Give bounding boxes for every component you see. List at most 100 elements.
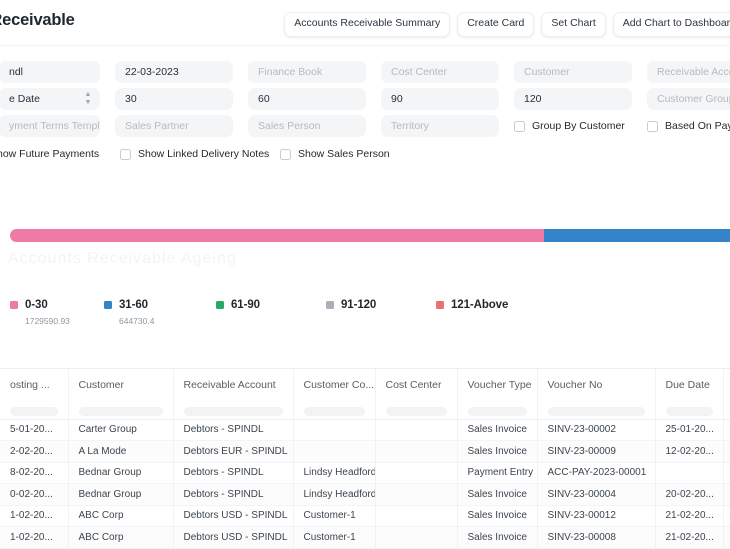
checkbox-box-icon[interactable] [120, 148, 131, 160]
col-filter-cost-center[interactable] [375, 405, 458, 420]
filter-customer[interactable]: Customer [514, 61, 632, 83]
col-filter-due-date[interactable] [655, 405, 724, 420]
legend-item-61-90[interactable]: 61-90 [216, 298, 326, 312]
checkbox-box-icon[interactable] [280, 148, 291, 160]
filter-posting-date[interactable]: 22-03-2023 [115, 61, 233, 83]
checkbox-show-future-payments[interactable]: how Future Payments [0, 143, 99, 165]
range-2-input[interactable]: 60 [248, 88, 366, 110]
table-column-filter-row[interactable] [0, 405, 730, 420]
col-filter-customer-contact[interactable] [293, 405, 376, 420]
company-input[interactable]: ndl [0, 61, 100, 83]
posting-date-input[interactable]: 22-03-2023 [115, 61, 233, 83]
col-header-receivable-account[interactable]: Receivable Account [173, 369, 294, 405]
cell-customer[interactable]: Bednar Group [68, 462, 174, 484]
checkbox-based-on-payment-terms[interactable]: Based On Paymen [647, 115, 730, 137]
create-card-button[interactable]: Create Card [457, 12, 535, 37]
filter-receivable-account[interactable]: Receivable Accou [647, 61, 730, 83]
table-row[interactable]: 8-02-20... Bednar Group Debtors - SPINDL… [0, 462, 730, 484]
checkbox-show-sales-person[interactable]: Show Sales Person [280, 143, 430, 165]
filter-company[interactable]: ndl [0, 61, 100, 83]
checkbox-show-linked-delivery-notes[interactable]: Show Linked Delivery Notes [120, 143, 270, 165]
checkbox-box-icon[interactable] [514, 120, 525, 132]
filter-sales-person[interactable]: Sales Person [248, 115, 366, 137]
cell-customer[interactable]: A La Mode [68, 440, 174, 463]
show-linked-delivery-notes-checkbox[interactable]: Show Linked Delivery Notes [120, 143, 270, 165]
col-header-posting-date[interactable]: osting ... [0, 369, 69, 405]
finance-book-input[interactable]: Finance Book [248, 61, 366, 83]
cell-customer[interactable]: Carter Group [68, 419, 174, 441]
col-header-invoiced-amount[interactable]: Invoiced [723, 369, 730, 405]
cell-voucher-no[interactable]: SINV-23-00008 [537, 526, 656, 549]
col-filter-input[interactable] [303, 407, 365, 417]
col-filter-input[interactable] [78, 407, 163, 417]
col-header-voucher-type[interactable]: Voucher Type [457, 369, 538, 405]
filter-sales-partner[interactable]: Sales Partner [115, 115, 233, 137]
col-header-due-date[interactable]: Due Date [655, 369, 724, 405]
table-row[interactable]: 1-02-20... ABC Corp Debtors USD - SPINDL… [0, 526, 730, 549]
cell-voucher-no[interactable]: SINV-23-00002 [537, 419, 656, 441]
col-filter-voucher-type[interactable] [457, 405, 538, 420]
show-sales-person-checkbox[interactable]: Show Sales Person [280, 143, 430, 165]
cell-voucher-no[interactable]: ACC-PAY-2023-00001 [537, 462, 656, 484]
filter-cost-center[interactable]: Cost Center [381, 61, 499, 83]
table-row[interactable]: 1-02-20... ABC Corp Debtors USD - SPINDL… [0, 505, 730, 527]
group-by-customer-checkbox[interactable]: Group By Customer [514, 115, 632, 137]
cell-voucher-no[interactable]: SINV-23-00012 [537, 505, 656, 527]
cell-receivable-account[interactable]: Debtors - SPINDL [173, 419, 294, 441]
col-filter-customer[interactable] [68, 405, 174, 420]
checkbox-box-icon[interactable] [647, 120, 658, 132]
sales-person-input[interactable]: Sales Person [248, 115, 366, 137]
col-header-cost-center[interactable]: Cost Center [375, 369, 458, 405]
cell-receivable-account[interactable]: Debtors - SPINDL [173, 483, 294, 506]
filter-payment-terms-template[interactable]: yment Terms Template [0, 115, 100, 137]
based-on-payment-terms-checkbox[interactable]: Based On Paymen [647, 115, 730, 137]
filter-finance-book[interactable]: Finance Book [248, 61, 366, 83]
range-1-input[interactable]: 30 [115, 88, 233, 110]
col-header-voucher-no[interactable]: Voucher No [537, 369, 656, 405]
territory-input[interactable]: Territory [381, 115, 499, 137]
filter-range-4[interactable]: 120 [514, 88, 632, 110]
col-filter-voucher-no[interactable] [537, 405, 656, 420]
customer-input[interactable]: Customer [514, 61, 632, 83]
filter-customer-group[interactable]: Customer Group [647, 88, 730, 110]
table-row[interactable]: 5-01-20... Carter Group Debtors - SPINDL… [0, 419, 730, 441]
table-row[interactable]: 0-02-20... Bednar Group Debtors - SPINDL… [0, 483, 730, 506]
cell-voucher-no[interactable]: SINV-23-00004 [537, 483, 656, 506]
col-filter-input[interactable] [467, 407, 527, 417]
col-filter-invoiced-amount[interactable] [723, 405, 730, 420]
set-chart-button[interactable]: Set Chart [541, 12, 606, 37]
col-filter-input[interactable] [385, 407, 447, 417]
filter-range-1[interactable]: 30 [115, 88, 233, 110]
col-filter-input[interactable] [547, 407, 645, 417]
col-filter-receivable-account[interactable] [173, 405, 294, 420]
sales-partner-input[interactable]: Sales Partner [115, 115, 233, 137]
cell-customer[interactable]: ABC Corp [68, 505, 174, 527]
report-table-container[interactable]: osting ... Customer Receivable Account C… [0, 368, 730, 549]
legend-item-0-30[interactable]: 0-30 1729590.93 [10, 298, 104, 326]
legend-item-31-60[interactable]: 31-60 644730.4 [104, 298, 216, 326]
filter-range-2[interactable]: 60 [248, 88, 366, 110]
stacked-bar[interactable] [10, 229, 730, 242]
filter-territory[interactable]: Territory [381, 115, 499, 137]
cell-customer[interactable]: Bednar Group [68, 483, 174, 506]
col-header-customer[interactable]: Customer [68, 369, 174, 405]
col-header-customer-contact[interactable]: Customer Co... [293, 369, 376, 405]
accounts-receivable-summary-button[interactable]: Accounts Receivable Summary [284, 12, 451, 37]
payment-terms-template-input[interactable]: yment Terms Template [0, 115, 100, 137]
filter-range-3[interactable]: 90 [381, 88, 499, 110]
col-filter-posting-date[interactable] [0, 405, 69, 420]
range-3-input[interactable]: 90 [381, 88, 499, 110]
cell-voucher-no[interactable]: SINV-23-00009 [537, 440, 656, 463]
table-row[interactable]: 2-02-20... A La Mode Debtors EUR - SPIND… [0, 440, 730, 463]
filter-ageing-based-on[interactable]: e Date ▲ ▼ [0, 88, 100, 110]
legend-item-91-120[interactable]: 91-120 [326, 298, 436, 312]
customer-group-input[interactable]: Customer Group [647, 88, 730, 110]
col-filter-input[interactable] [10, 407, 58, 417]
range-4-input[interactable]: 120 [514, 88, 632, 110]
cell-customer[interactable]: ABC Corp [68, 526, 174, 549]
cell-receivable-account[interactable]: Debtors EUR - SPINDL [173, 440, 294, 463]
col-filter-input[interactable] [665, 407, 713, 417]
cell-receivable-account[interactable]: Debtors USD - SPINDL [173, 505, 294, 527]
receivable-account-input[interactable]: Receivable Accou [647, 61, 730, 83]
checkbox-group-by-customer[interactable]: Group By Customer [514, 115, 632, 137]
